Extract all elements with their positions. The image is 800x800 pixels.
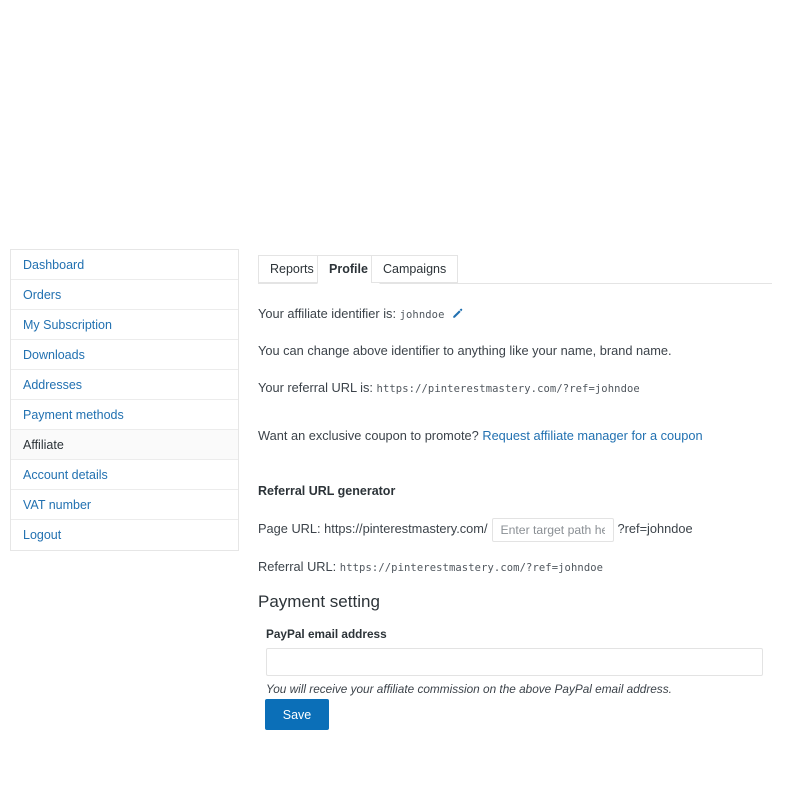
paypal-email-label: PayPal email address	[266, 627, 387, 641]
sidebar-item-dashboard[interactable]: Dashboard	[11, 250, 238, 280]
sidebar-item-addresses[interactable]: Addresses	[11, 370, 238, 400]
affiliate-tab-bar: Reports Profile Campaigns	[258, 255, 772, 284]
sidebar-item-logout[interactable]: Logout	[11, 520, 238, 550]
referral-url-value: https://pinterestmastery.com/?ref=johndo…	[376, 383, 640, 395]
sidebar-item-my-subscription[interactable]: My Subscription	[11, 310, 238, 340]
generated-referral-url-label: Referral URL:	[258, 559, 337, 574]
affiliate-identifier-line: Your affiliate identifier is: johndoe	[258, 305, 463, 324]
pencil-icon[interactable]	[451, 308, 463, 320]
page-url-ref-suffix: ?ref=johndoe	[617, 521, 693, 536]
payment-setting-heading: Payment setting	[258, 592, 380, 611]
account-sidebar: Dashboard Orders My Subscription Downloa…	[10, 249, 239, 551]
sidebar-link-addresses[interactable]: Addresses	[23, 378, 82, 392]
page-url-label: Page URL:	[258, 521, 321, 536]
sidebar-link-orders[interactable]: Orders	[23, 288, 61, 302]
sidebar-item-vat-number[interactable]: VAT number	[11, 490, 238, 520]
page-url-base: https://pinterestmastery.com/	[324, 521, 488, 536]
generated-referral-url-value: https://pinterestmastery.com/?ref=johndo…	[339, 562, 604, 574]
save-button[interactable]: Save	[265, 699, 329, 730]
sidebar-item-payment-methods[interactable]: Payment methods	[11, 400, 238, 430]
sidebar-label-affiliate: Affiliate	[23, 438, 64, 452]
coupon-question: Want an exclusive coupon to promote?	[258, 428, 479, 443]
sidebar-item-account-details[interactable]: Account details	[11, 460, 238, 490]
sidebar-link-logout[interactable]: Logout	[23, 528, 61, 542]
referral-url-label: Your referral URL is:	[258, 380, 373, 395]
sidebar-item-affiliate[interactable]: Affiliate	[11, 430, 238, 460]
sidebar-link-account-details[interactable]: Account details	[23, 468, 108, 482]
referral-generator-row: Page URL: https://pinterestmastery.com/?…	[258, 517, 693, 542]
referral-generator-heading: Referral URL generator	[258, 484, 396, 498]
sidebar-item-downloads[interactable]: Downloads	[11, 340, 238, 370]
sidebar-link-payment-methods[interactable]: Payment methods	[23, 408, 124, 422]
referral-url-line: Your referral URL is: https://pinterestm…	[258, 379, 640, 398]
tab-campaigns[interactable]: Campaigns	[371, 255, 459, 283]
request-coupon-link[interactable]: Request affiliate manager for a coupon	[482, 428, 702, 443]
sidebar-item-orders[interactable]: Orders	[11, 280, 238, 310]
paypal-email-input[interactable]	[266, 648, 763, 676]
affiliate-identifier-label: Your affiliate identifier is:	[258, 306, 397, 321]
identifier-change-note: You can change above identifier to anyth…	[258, 343, 672, 358]
sidebar-link-vat-number[interactable]: VAT number	[23, 498, 91, 512]
generated-referral-url-line: Referral URL: https://pinterestmastery.c…	[258, 559, 603, 574]
target-path-input[interactable]	[491, 517, 614, 542]
tab-reports[interactable]: Reports	[258, 255, 326, 283]
coupon-line: Want an exclusive coupon to promote? Req…	[258, 427, 703, 444]
affiliate-profile-page: Dashboard Orders My Subscription Downloa…	[0, 0, 800, 800]
sidebar-link-my-subscription[interactable]: My Subscription	[23, 318, 112, 332]
sidebar-link-dashboard[interactable]: Dashboard	[23, 258, 84, 272]
paypal-help-text: You will receive your affiliate commissi…	[266, 682, 672, 696]
affiliate-identifier-value: johndoe	[399, 309, 445, 321]
paypal-field-block: PayPal email address You will receive yo…	[266, 627, 763, 696]
sidebar-link-downloads[interactable]: Downloads	[23, 348, 85, 362]
